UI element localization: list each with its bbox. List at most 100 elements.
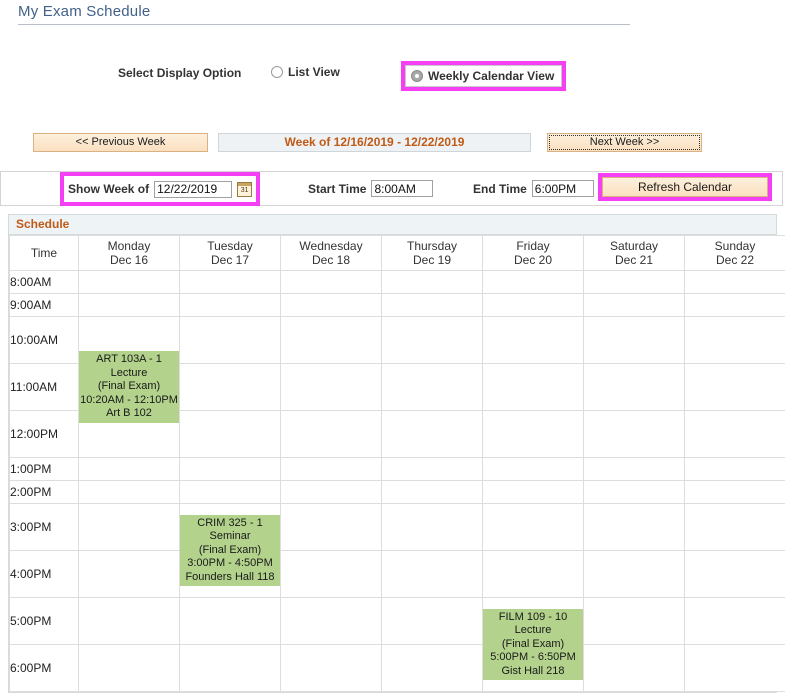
calendar-empty-cell[interactable]: [79, 294, 180, 317]
calendar-empty-cell[interactable]: [483, 481, 584, 504]
event-room: Art B 102: [80, 407, 178, 421]
calendar-empty-cell[interactable]: [685, 551, 785, 598]
calendar-empty-cell[interactable]: [281, 294, 382, 317]
calendar-empty-cell[interactable]: [483, 458, 584, 481]
calendar-empty-cell[interactable]: [281, 481, 382, 504]
calendar-empty-cell[interactable]: [584, 364, 685, 411]
calendar-empty-cell[interactable]: [483, 317, 584, 364]
calendar-empty-cell[interactable]: [584, 317, 685, 364]
event-course: CRIM 325 - 1: [181, 517, 279, 531]
calendar-empty-cell[interactable]: [584, 458, 685, 481]
calendar-empty-cell[interactable]: [584, 598, 685, 645]
calendar-empty-cell[interactable]: [281, 598, 382, 645]
radio-list-view-icon[interactable]: [271, 66, 283, 78]
time-label-cell: 3:00PM: [10, 504, 79, 551]
calendar-empty-cell[interactable]: [685, 504, 785, 551]
calendar-empty-cell[interactable]: [584, 645, 685, 692]
calendar-empty-cell[interactable]: [483, 294, 584, 317]
calendar-empty-cell[interactable]: [180, 458, 281, 481]
calendar-empty-cell[interactable]: [180, 317, 281, 364]
calendar-empty-cell[interactable]: [584, 294, 685, 317]
calendar-empty-cell[interactable]: [180, 481, 281, 504]
next-week-button[interactable]: Next Week >>: [547, 133, 702, 152]
calendar-empty-cell[interactable]: [483, 271, 584, 294]
calendar-empty-cell[interactable]: [584, 481, 685, 504]
radio-weekly-calendar-view-icon[interactable]: [411, 70, 423, 82]
calendar-event-cell[interactable]: CRIM 325 - 1Seminar(Final Exam)3:00PM - …: [180, 504, 281, 598]
calendar-empty-cell[interactable]: [281, 411, 382, 458]
calendar-empty-cell[interactable]: [685, 645, 785, 692]
calendar-empty-cell[interactable]: [483, 411, 584, 458]
calendar-empty-cell[interactable]: [281, 458, 382, 481]
start-time-group: Start Time: [308, 180, 433, 197]
radio-option-list-view[interactable]: List View: [271, 65, 340, 79]
calendar-empty-cell[interactable]: [79, 271, 180, 294]
calendar-empty-cell[interactable]: [685, 598, 785, 645]
calendar-empty-cell[interactable]: [584, 271, 685, 294]
calendar-empty-cell[interactable]: [685, 411, 785, 458]
calendar-empty-cell[interactable]: [180, 411, 281, 458]
calendar-empty-cell[interactable]: [79, 458, 180, 481]
calendar-event-cell[interactable]: FILM 109 - 10Lecture(Final Exam)5:00PM -…: [483, 598, 584, 692]
page-header: My Exam Schedule: [0, 0, 785, 21]
calendar-empty-cell[interactable]: [180, 598, 281, 645]
calendar-empty-cell[interactable]: [382, 458, 483, 481]
calendar-empty-cell[interactable]: [180, 294, 281, 317]
calendar-empty-cell[interactable]: [382, 598, 483, 645]
calendar-empty-cell[interactable]: [685, 364, 785, 411]
calendar-empty-cell[interactable]: [382, 364, 483, 411]
calendar-row: 2:00PM: [10, 481, 785, 504]
calendar-empty-cell[interactable]: [382, 294, 483, 317]
calendar-empty-cell[interactable]: [584, 504, 685, 551]
calendar-empty-cell[interactable]: [281, 271, 382, 294]
calendar-empty-cell[interactable]: [180, 364, 281, 411]
column-header-time: Time: [10, 236, 79, 271]
calendar-event[interactable]: FILM 109 - 10Lecture(Final Exam)5:00PM -…: [483, 609, 583, 681]
calendar-empty-cell[interactable]: [281, 364, 382, 411]
show-week-input[interactable]: [154, 181, 232, 198]
calendar-picker-icon[interactable]: 31: [237, 182, 252, 197]
calendar-empty-cell[interactable]: [382, 481, 483, 504]
start-time-input[interactable]: [371, 180, 433, 197]
calendar-empty-cell[interactable]: [685, 271, 785, 294]
calendar-empty-cell[interactable]: [281, 645, 382, 692]
calendar-empty-cell[interactable]: [382, 551, 483, 598]
day-date: Dec 17: [180, 253, 280, 267]
refresh-calendar-button[interactable]: Refresh Calendar: [602, 177, 768, 197]
calendar-row: 4:00PM: [10, 551, 785, 598]
calendar-empty-cell[interactable]: [79, 481, 180, 504]
calendar-empty-cell[interactable]: [685, 481, 785, 504]
calendar-empty-cell[interactable]: [382, 271, 483, 294]
calendar-empty-cell[interactable]: [685, 458, 785, 481]
previous-week-button[interactable]: << Previous Week: [33, 133, 208, 152]
calendar-empty-cell[interactable]: [483, 551, 584, 598]
calendar-empty-cell[interactable]: [180, 271, 281, 294]
time-label-cell: 10:00AM: [10, 317, 79, 364]
end-time-input[interactable]: [532, 180, 594, 197]
calendar-empty-cell[interactable]: [79, 598, 180, 645]
calendar-empty-cell[interactable]: [382, 411, 483, 458]
calendar-empty-cell[interactable]: [79, 645, 180, 692]
calendar-empty-cell[interactable]: [483, 364, 584, 411]
calendar-empty-cell[interactable]: [281, 504, 382, 551]
calendar-empty-cell[interactable]: [382, 645, 483, 692]
calendar-empty-cell[interactable]: [180, 645, 281, 692]
calendar-empty-cell[interactable]: [685, 317, 785, 364]
calendar-empty-cell[interactable]: [79, 504, 180, 551]
calendar-empty-cell[interactable]: [382, 504, 483, 551]
calendar-empty-cell[interactable]: [584, 411, 685, 458]
calendar-empty-cell[interactable]: [281, 317, 382, 364]
calendar-empty-cell[interactable]: [685, 294, 785, 317]
calendar-event[interactable]: ART 103A - 1Lecture(Final Exam)10:20AM -…: [79, 351, 179, 423]
time-label-cell: 4:00PM: [10, 551, 79, 598]
calendar-empty-cell[interactable]: [382, 317, 483, 364]
calendar-event-cell[interactable]: ART 103A - 1Lecture(Final Exam)10:20AM -…: [79, 317, 180, 458]
calendar-empty-cell[interactable]: [584, 551, 685, 598]
column-header-sunday: Sunday Dec 22: [685, 236, 785, 271]
calendar-empty-cell[interactable]: [281, 551, 382, 598]
calendar-empty-cell[interactable]: [79, 551, 180, 598]
radio-option-weekly-calendar-view[interactable]: Weekly Calendar View: [405, 65, 562, 87]
calendar-empty-cell[interactable]: [483, 504, 584, 551]
calendar-event[interactable]: CRIM 325 - 1Seminar(Final Exam)3:00PM - …: [180, 515, 280, 587]
calendar-header-row: Time Monday Dec 16 Tuesday Dec 17 Wednes…: [10, 236, 785, 271]
